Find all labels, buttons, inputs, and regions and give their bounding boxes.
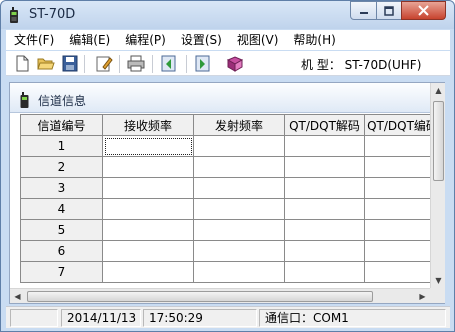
grid-cell-tx[interactable] xyxy=(193,261,285,283)
print-icon[interactable] xyxy=(127,55,145,72)
toolbar-separator xyxy=(84,55,85,73)
grid-cell-decode[interactable] xyxy=(284,177,365,199)
title-bar[interactable]: ST-70D xyxy=(1,1,454,29)
grid-cell-decode[interactable] xyxy=(284,156,365,178)
grid-cell-decode[interactable] xyxy=(284,261,365,283)
menu-program[interactable]: 编程(P) xyxy=(117,30,173,50)
menu-bar: 文件(F) 编辑(E) 编程(P) 设置(S) 视图(V) 帮助(H) xyxy=(6,30,450,50)
grid-cell-encode[interactable] xyxy=(364,135,430,157)
toolbar: 机 型： ST-70D(UHF) xyxy=(6,51,450,76)
row-header[interactable]: 5 xyxy=(20,219,103,241)
maximize-button[interactable] xyxy=(376,1,402,20)
help-book-icon[interactable] xyxy=(226,55,244,72)
grid-cell-tx[interactable] xyxy=(193,198,285,220)
vertical-scroll-thumb[interactable] xyxy=(433,101,444,181)
grid-cell-encode[interactable] xyxy=(364,156,430,178)
edit-icon[interactable] xyxy=(95,55,113,72)
column-header-tx-frequency[interactable]: 发射频率 xyxy=(193,114,285,136)
table-row: 4 xyxy=(20,198,430,220)
grid-cell-tx[interactable] xyxy=(193,135,285,157)
write-radio-icon[interactable] xyxy=(194,55,212,72)
grid-cell-encode[interactable] xyxy=(364,219,430,241)
grid-cell-decode[interactable] xyxy=(284,240,365,262)
toolbar-separator xyxy=(152,55,153,73)
grid-cell-tx[interactable] xyxy=(193,219,285,241)
panel-header: 信道信息 xyxy=(10,83,430,113)
window-title: ST-70D xyxy=(29,7,76,22)
grid-cell-rx[interactable] xyxy=(102,261,194,283)
scroll-right-arrow-icon[interactable]: ▶ xyxy=(415,289,430,304)
grid-cell-rx[interactable] xyxy=(102,177,194,199)
column-header-rx-frequency[interactable]: 接收频率 xyxy=(102,114,194,136)
minimize-icon xyxy=(359,11,368,14)
horizontal-scrollbar[interactable]: ◀ ▶ xyxy=(10,288,430,303)
row-header[interactable]: 4 xyxy=(20,198,103,220)
grid-cell-decode[interactable] xyxy=(284,135,365,157)
status-port: 通信口：COM1 xyxy=(259,309,446,327)
menu-settings[interactable]: 设置(S) xyxy=(173,30,229,50)
grid-cell-rx[interactable] xyxy=(102,156,194,178)
grid-cell-rx[interactable] xyxy=(102,135,194,157)
grid-cell-tx[interactable] xyxy=(193,156,285,178)
grid-cell-tx[interactable] xyxy=(193,177,285,199)
scroll-down-arrow-icon[interactable]: ▼ xyxy=(431,273,446,288)
column-header-decode[interactable]: QT/DQT解码 xyxy=(284,114,365,136)
radio-icon xyxy=(20,92,29,108)
row-header[interactable]: 7 xyxy=(20,261,103,283)
scroll-up-arrow-icon[interactable]: ▲ xyxy=(431,83,446,98)
menu-help[interactable]: 帮助(H) xyxy=(285,30,342,50)
column-header-encode[interactable]: QT/DQT编码 xyxy=(364,114,430,136)
new-file-icon[interactable] xyxy=(13,55,31,72)
radio-app-icon xyxy=(10,7,18,23)
read-radio-icon[interactable] xyxy=(160,55,178,72)
status-panel-empty xyxy=(10,309,58,327)
status-date: 2014/11/13 xyxy=(61,309,141,327)
channel-grid[interactable]: 信道编号 接收频率 发射频率 QT/DQT解码 QT/DQT编码 1 xyxy=(20,114,430,289)
vertical-scrollbar[interactable]: ▲ ▼ xyxy=(430,83,445,288)
toolbar-separator xyxy=(186,55,187,73)
scroll-left-arrow-icon[interactable]: ◀ xyxy=(10,289,25,304)
row-header[interactable]: 1 xyxy=(20,135,103,157)
maximize-icon xyxy=(384,5,394,16)
grid-cell-encode[interactable] xyxy=(364,198,430,220)
save-icon[interactable] xyxy=(61,55,79,72)
grid-cell-tx[interactable] xyxy=(193,240,285,262)
minimize-button[interactable] xyxy=(350,1,377,20)
scroll-corner xyxy=(430,288,445,303)
menu-view[interactable]: 视图(V) xyxy=(229,30,286,50)
table-row: 3 xyxy=(20,177,430,199)
table-row: 1 xyxy=(20,135,430,157)
row-header[interactable]: 2 xyxy=(20,156,103,178)
channel-info-panel: 信道信息 信道编号 接收频率 发射频率 QT/DQT解码 QT/DQT编码 xyxy=(9,82,445,304)
table-row: 7 xyxy=(20,261,430,283)
grid-cell-decode[interactable] xyxy=(284,219,365,241)
grid-header-row: 信道编号 接收频率 发射频率 QT/DQT解码 QT/DQT编码 xyxy=(20,114,430,136)
grid-cell-rx[interactable] xyxy=(102,198,194,220)
table-row: 5 xyxy=(20,219,430,241)
status-bar: 2014/11/13 17:50:29 通信口：COM1 xyxy=(6,306,450,328)
table-row: 2 xyxy=(20,156,430,178)
grid-cell-encode[interactable] xyxy=(364,177,430,199)
column-header-channel[interactable]: 信道编号 xyxy=(20,114,103,136)
app-window: ST-70D 文件(F) 编辑(E) 编程(P) 设置(S) 视图(V) 帮助(… xyxy=(0,0,455,332)
grid-cell-encode[interactable] xyxy=(364,261,430,283)
panel-title: 信道信息 xyxy=(38,94,87,108)
grid-cell-rx[interactable] xyxy=(102,240,194,262)
status-time: 17:50:29 xyxy=(143,309,257,327)
grid-cell-rx[interactable] xyxy=(102,219,194,241)
menu-edit[interactable]: 编辑(E) xyxy=(61,30,117,50)
table-row: 6 xyxy=(20,240,430,262)
close-button[interactable] xyxy=(401,1,446,20)
row-header[interactable]: 6 xyxy=(20,240,103,262)
model-label: 机 型： ST-70D(UHF) xyxy=(301,58,422,72)
toolbar-separator xyxy=(119,55,120,73)
close-icon xyxy=(418,5,429,16)
grid-cell-decode[interactable] xyxy=(284,198,365,220)
grid-cell-encode[interactable] xyxy=(364,240,430,262)
menu-file[interactable]: 文件(F) xyxy=(6,30,61,50)
horizontal-scroll-thumb[interactable] xyxy=(27,291,373,302)
open-folder-icon[interactable] xyxy=(37,55,55,72)
row-header[interactable]: 3 xyxy=(20,177,103,199)
